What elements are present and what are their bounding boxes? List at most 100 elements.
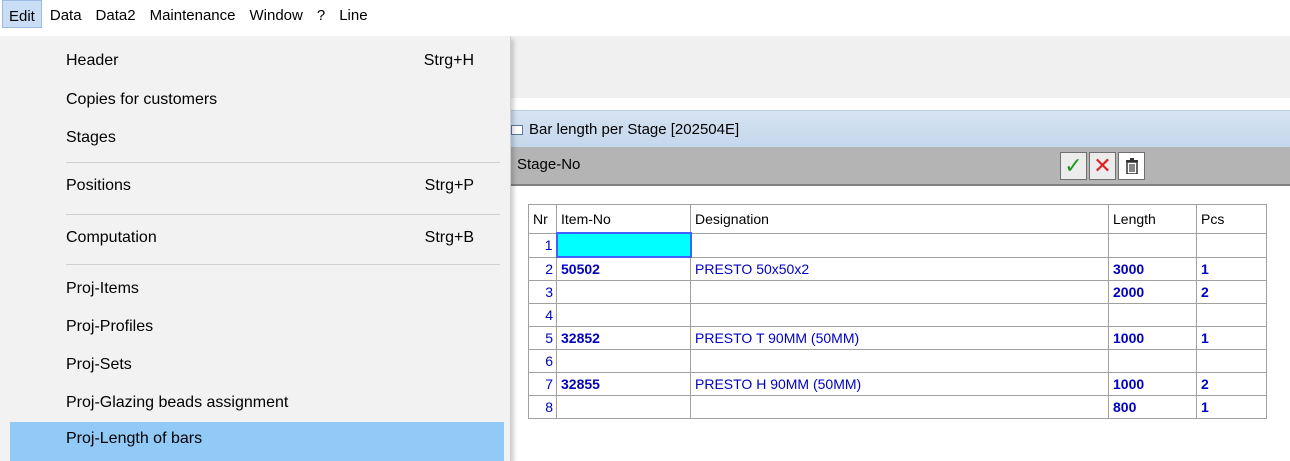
row-number: 1 [528, 232, 557, 258]
menu-item-label: Proj-Profiles [66, 318, 154, 335]
trash-icon [1125, 158, 1138, 174]
bar-length-window: Bar length per Stage [202504E] Stage-No … [505, 98, 1290, 461]
length-cell[interactable]: 2000 [1108, 280, 1197, 304]
menu-item-header[interactable]: Header Strg+H [10, 44, 504, 80]
item-no-cell[interactable] [556, 395, 691, 419]
menu-item-proj-glazing-beads[interactable]: Proj-Glazing beads assignment [10, 386, 504, 422]
shortcut-label: Strg+B [424, 229, 474, 246]
item-no-cell[interactable] [556, 349, 691, 373]
menu-item-computation[interactable]: Computation Strg+B [10, 221, 504, 257]
designation-cell[interactable]: PRESTO T 90MM (50MM) [690, 326, 1109, 350]
window-titlebar[interactable]: Bar length per Stage [202504E] [505, 110, 1290, 148]
menu-separator [66, 264, 500, 265]
menu-line[interactable]: Line [333, 0, 373, 28]
menu-data2[interactable]: Data2 [90, 0, 142, 28]
length-cell[interactable]: 1000 [1108, 372, 1197, 396]
menu-item-label: Proj-Sets [66, 356, 132, 373]
table-row[interactable]: 5 32852 PRESTO T 90MM (50MM) 1000 1 [528, 326, 1267, 350]
item-no-cell[interactable] [556, 303, 691, 327]
designation-cell[interactable] [690, 349, 1109, 373]
cancel-button[interactable]: ✕ [1089, 152, 1116, 180]
row-number: 7 [528, 372, 557, 396]
checkmark-icon: ✓ [1064, 153, 1083, 178]
menu-item-proj-items[interactable]: Proj-Items [10, 272, 504, 308]
menu-edit[interactable]: Edit [2, 0, 42, 28]
menu-item-label: Stages [66, 129, 116, 146]
grid-header: Nr Item-No Designation Length Pcs [528, 204, 1267, 234]
menu-maintenance[interactable]: Maintenance [144, 0, 242, 28]
row-number: 2 [528, 256, 557, 281]
table-row[interactable]: 3 2000 2 [528, 280, 1267, 304]
delete-button[interactable] [1118, 152, 1145, 180]
table-row[interactable]: 7 32855 PRESTO H 90MM (50MM) 1000 2 [528, 372, 1267, 396]
item-no-cell[interactable]: 32855 [556, 372, 691, 396]
length-cell[interactable]: 1000 [1108, 326, 1197, 350]
designation-cell[interactable]: PRESTO H 90MM (50MM) [690, 372, 1109, 396]
menu-item-label: Copies for customers [66, 91, 218, 108]
length-cell[interactable] [1108, 303, 1197, 327]
menu-item-proj-sets[interactable]: Proj-Sets [10, 348, 504, 384]
col-header-item-no[interactable]: Item-No [556, 204, 691, 234]
pcs-cell[interactable]: 1 [1196, 326, 1267, 350]
stage-no-label: Stage-No [517, 156, 581, 173]
col-header-length[interactable]: Length [1108, 204, 1197, 234]
table-row[interactable]: 4 [528, 303, 1267, 327]
col-header-nr[interactable]: Nr [528, 204, 557, 234]
designation-cell[interactable] [690, 232, 1109, 258]
grid-table: Nr Item-No Designation Length Pcs 1 2 50… [528, 204, 1267, 419]
ok-button[interactable]: ✓ [1060, 152, 1087, 180]
edit-dropdown-menu: Header Strg+H Copies for customers Stage… [0, 36, 511, 461]
length-cell[interactable] [1108, 349, 1197, 373]
row-number: 5 [528, 326, 557, 350]
table-row[interactable]: 1 [528, 232, 1267, 258]
row-number: 3 [528, 280, 557, 304]
pcs-cell[interactable] [1196, 349, 1267, 373]
col-header-pcs[interactable]: Pcs [1196, 204, 1267, 234]
menu-separator [66, 214, 500, 215]
col-header-designation[interactable]: Designation [690, 204, 1109, 234]
menu-item-stages[interactable]: Stages [10, 121, 504, 157]
item-no-cell[interactable]: 32852 [556, 326, 691, 350]
menu-item-label: Positions [66, 177, 131, 194]
menu-item-label: Header [66, 52, 119, 69]
menu-window[interactable]: Window [243, 0, 308, 28]
pcs-cell[interactable]: 2 [1196, 280, 1267, 304]
table-row[interactable]: 2 50502 PRESTO 50x50x2 3000 1 [528, 256, 1267, 281]
menu-item-label: Computation [66, 229, 157, 246]
table-row[interactable]: 6 [528, 349, 1267, 373]
item-no-cell[interactable]: 50502 [556, 256, 691, 281]
window-icon [511, 124, 523, 135]
row-number: 8 [528, 395, 557, 419]
menu-item-copies-for-customers[interactable]: Copies for customers [10, 83, 504, 119]
row-number: 4 [528, 303, 557, 327]
menu-item-proj-profiles[interactable]: Proj-Profiles [10, 310, 504, 346]
item-no-cell[interactable] [555, 232, 692, 258]
shortcut-label: Strg+P [424, 177, 474, 194]
designation-cell[interactable] [690, 395, 1109, 419]
pcs-cell[interactable]: 2 [1196, 372, 1267, 396]
pcs-cell[interactable] [1196, 232, 1267, 258]
designation-cell[interactable] [690, 280, 1109, 304]
pcs-cell[interactable]: 1 [1196, 256, 1267, 281]
window-title: Bar length per Stage [202504E] [529, 121, 740, 138]
pcs-cell[interactable]: 1 [1196, 395, 1267, 419]
menu-help[interactable]: ? [311, 0, 331, 28]
menu-separator [66, 162, 500, 163]
menu-item-positions[interactable]: Positions Strg+P [10, 169, 504, 205]
menu-item-proj-length-of-bars[interactable]: Proj-Length of bars [10, 422, 504, 461]
designation-cell[interactable]: PRESTO 50x50x2 [690, 256, 1109, 281]
menu-data[interactable]: Data [44, 0, 88, 28]
pcs-cell[interactable] [1196, 303, 1267, 327]
action-buttons: ✓ ✕ [1060, 152, 1147, 180]
designation-cell[interactable] [690, 303, 1109, 327]
cross-icon: ✕ [1093, 153, 1112, 178]
bar-length-grid: Nr Item-No Designation Length Pcs 1 2 50… [528, 204, 1273, 461]
length-cell[interactable]: 3000 [1108, 256, 1197, 281]
menu-bar: Edit Data Data2 Maintenance Window ? Lin… [0, 0, 1290, 36]
stage-bar: Stage-No ✓ ✕ [505, 147, 1290, 186]
row-number: 6 [528, 349, 557, 373]
item-no-cell[interactable] [556, 280, 691, 304]
length-cell[interactable] [1108, 232, 1197, 258]
length-cell[interactable]: 800 [1108, 395, 1197, 419]
table-row[interactable]: 8 800 1 [528, 395, 1267, 419]
